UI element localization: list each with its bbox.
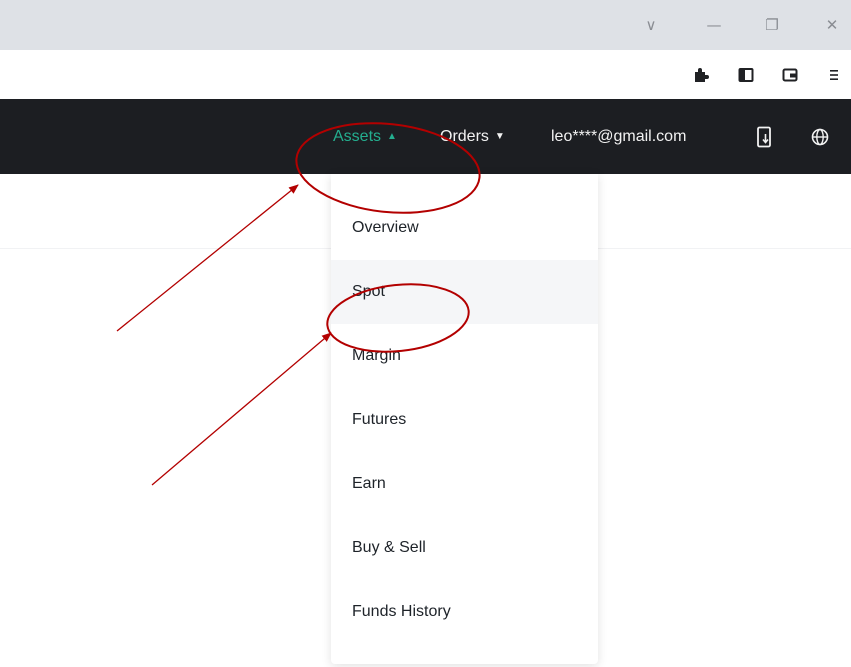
sidebar-icon (738, 68, 754, 82)
side-panel-button[interactable] (734, 63, 758, 87)
assets-dropdown-menu: Overview Spot Margin Futures Earn Buy & … (331, 174, 598, 664)
menu-item-buy-sell[interactable]: Buy & Sell (331, 516, 598, 580)
menu-item-label: Earn (352, 475, 386, 492)
annotation-arrow-assets (116, 184, 299, 332)
nav-orders[interactable]: Orders ▼ (440, 99, 505, 174)
menu-item-label: Buy & Sell (352, 539, 426, 556)
mobile-download-icon (757, 126, 771, 148)
browser-toolbar (0, 50, 851, 99)
minimize-button[interactable]: — (699, 12, 729, 38)
account-email: leo****@gmail.com (551, 127, 687, 145)
caret-up-icon: ▲ (387, 130, 397, 142)
extensions-icon (695, 68, 709, 82)
wallet-button[interactable] (778, 63, 802, 87)
close-icon: ✕ (825, 16, 839, 34)
menu-item-label: Spot (352, 283, 385, 300)
caret-down-icon: ▼ (494, 130, 505, 142)
menu-item-label: Funds History (352, 603, 451, 620)
annotation-arrow-spot (151, 332, 332, 486)
minimize-icon: — (706, 16, 722, 34)
restore-button[interactable]: ❐ (757, 12, 787, 38)
browser-menu-button[interactable] (822, 63, 846, 87)
language-button[interactable] (808, 125, 832, 149)
menu-item-margin[interactable]: Margin (331, 324, 598, 388)
dropdown-icon: ∨ (645, 16, 657, 34)
menu-item-label: Overview (352, 219, 419, 236)
globe-icon (811, 128, 829, 146)
nav-assets-label: Assets (333, 127, 382, 145)
menu-item-label: Margin (352, 347, 401, 364)
tab-search-dropdown[interactable]: ∨ (636, 12, 666, 38)
menu-item-futures[interactable]: Futures (331, 388, 598, 452)
browser-title-bar: ∨ — ❐ ✕ (0, 0, 851, 50)
account-menu[interactable]: leo****@gmail.com (551, 99, 686, 174)
screenshot-root: ∨ — ❐ ✕ Assets ▲ Orders ▼ leo****@gmail.… (0, 0, 851, 667)
menu-item-spot[interactable]: Spot (331, 260, 598, 324)
download-app-button[interactable] (752, 125, 776, 149)
restore-icon: ❐ (765, 16, 779, 34)
extensions-button[interactable] (689, 63, 713, 87)
menu-item-label: Futures (352, 411, 407, 428)
nav-assets[interactable]: Assets ▲ (333, 99, 397, 174)
menu-item-funds-history[interactable]: Funds History (331, 580, 598, 644)
wallet-icon (782, 68, 798, 82)
nav-orders-label: Orders (440, 127, 489, 145)
menu-item-overview[interactable]: Overview (331, 196, 598, 260)
menu-icon (830, 70, 838, 80)
menu-item-earn[interactable]: Earn (331, 452, 598, 516)
site-navbar: Assets ▲ Orders ▼ leo****@gmail.com (0, 99, 851, 174)
close-window-button[interactable]: ✕ (817, 12, 847, 38)
